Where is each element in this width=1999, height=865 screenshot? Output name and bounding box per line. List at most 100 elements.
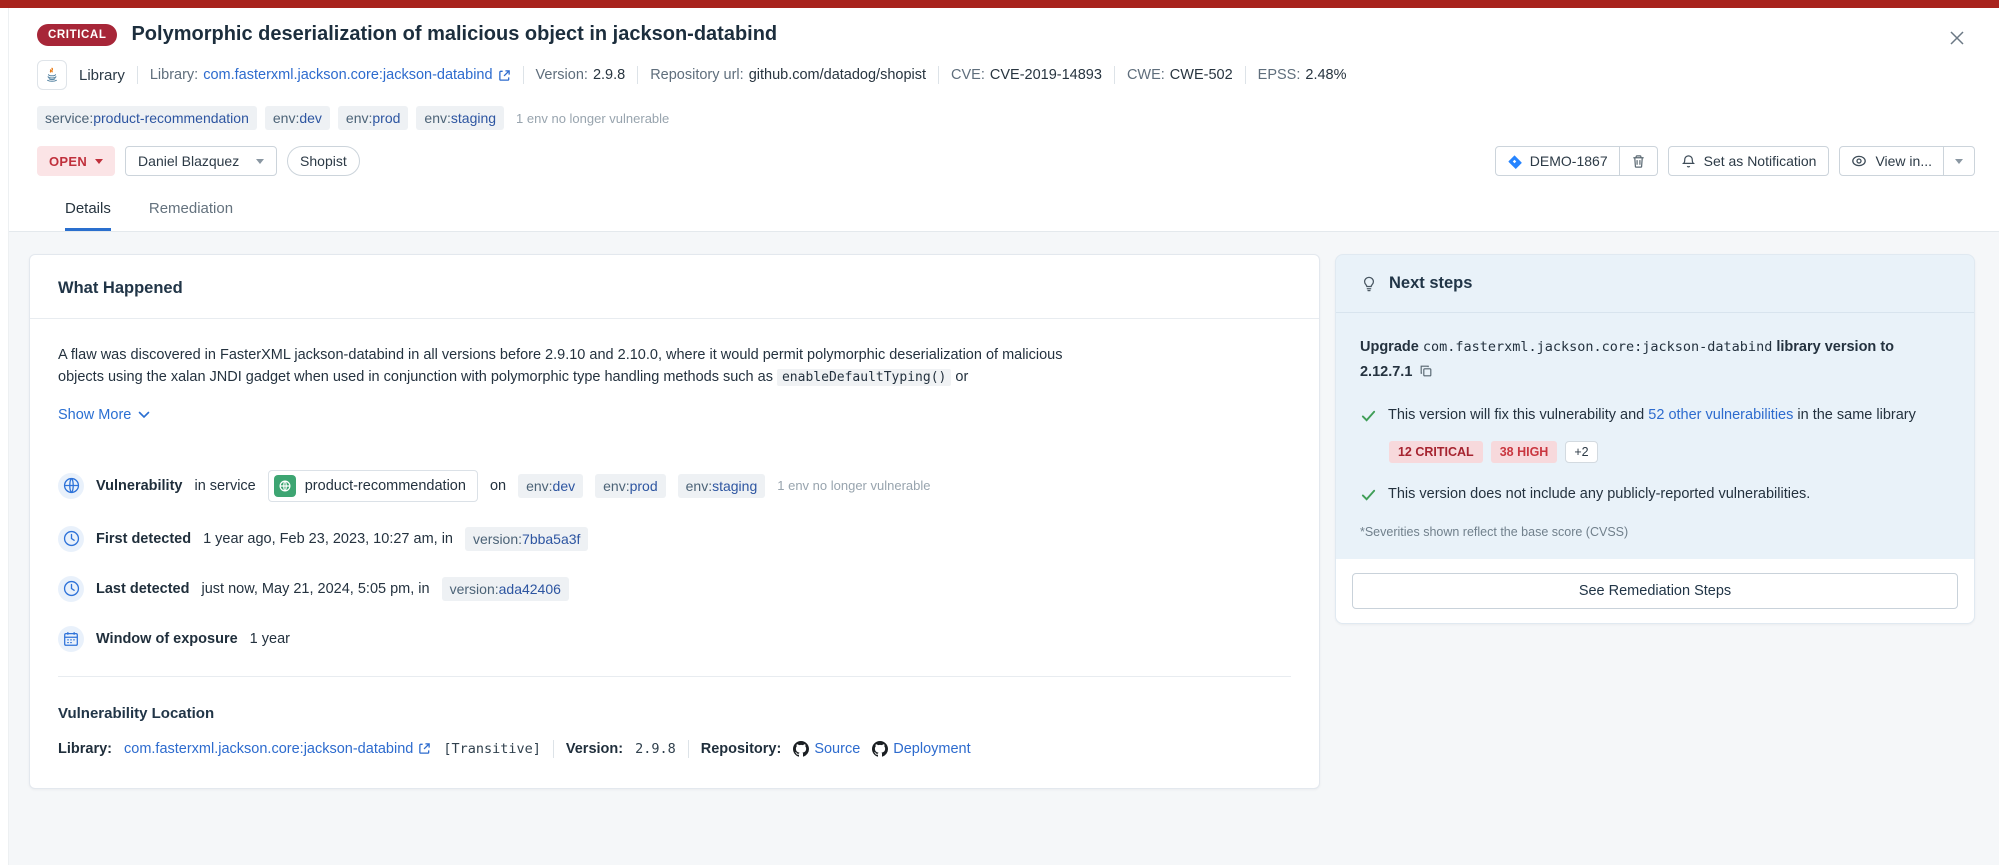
- globe-icon: [58, 472, 84, 499]
- severity-badges: 12 CRITICAL 38 HIGH +2: [1388, 440, 1950, 463]
- chevron-down-icon: [1955, 158, 1963, 164]
- tag-env-dev[interactable]: env:dev: [518, 473, 584, 498]
- vulnerability-location-row: Library: com.fasterxml.jackson.core:jack…: [58, 739, 971, 758]
- status-dropdown[interactable]: OPEN: [37, 146, 116, 176]
- next-steps-title: Next steps: [1388, 274, 1473, 292]
- tag-service[interactable]: service:product-recommendation: [37, 106, 257, 130]
- chevron-down-icon: [139, 411, 150, 418]
- severity-top-bar: [0, 0, 1999, 8]
- divider: [938, 66, 940, 84]
- see-remediation-steps-button[interactable]: See Remediation Steps: [1351, 573, 1958, 610]
- next-steps-header: Next steps: [1335, 255, 1974, 313]
- code-snippet: enableDefaultTyping(): [776, 368, 952, 386]
- first-detected-row: First detected 1 year ago, Feb 23, 2023,…: [58, 525, 1291, 552]
- tab-remediation[interactable]: Remediation: [149, 200, 233, 231]
- tag-env-prod[interactable]: env:prod: [595, 473, 666, 498]
- bell-icon: [1681, 154, 1695, 167]
- content-area: What Happened A flaw was discovered in F…: [9, 231, 1999, 865]
- jira-icon: [1508, 154, 1522, 169]
- vulnerability-side-panel: CRITICAL Polymorphic deserialization of …: [8, 8, 1999, 865]
- external-link-icon: [498, 69, 510, 81]
- calendar-icon: [58, 625, 84, 652]
- window-of-exposure-row: Window of exposure 1 year: [58, 625, 1291, 652]
- tag-version[interactable]: version:7bba5a3f: [465, 526, 589, 551]
- lightbulb-icon: [1363, 276, 1375, 291]
- jira-ticket-button[interactable]: DEMO-1867: [1494, 146, 1620, 176]
- upgrade-instruction: Upgrade com.fasterxml.jackson.core:jacks…: [1359, 339, 1895, 380]
- env-note: 1 env no longer vulnerable: [777, 478, 931, 493]
- divider: [1113, 66, 1115, 84]
- more-count-badge[interactable]: +2: [1565, 440, 1598, 463]
- delete-ticket-button[interactable]: [1619, 146, 1658, 176]
- panel-header: CRITICAL Polymorphic deserialization of …: [9, 8, 1999, 231]
- service-pill[interactable]: product-recommendation: [267, 469, 478, 502]
- check-icon: [1361, 489, 1376, 501]
- next-steps-body: Upgrade com.fasterxml.jackson.core:jacks…: [1336, 313, 1974, 559]
- what-happened-card: What Happened A flaw was discovered in F…: [29, 254, 1320, 789]
- divider: [522, 66, 524, 84]
- divider: [637, 66, 639, 84]
- github-icon: [872, 740, 889, 757]
- tag-env-dev[interactable]: env:dev: [264, 106, 330, 130]
- show-more-link[interactable]: Show More: [58, 407, 150, 423]
- library-code: com.fasterxml.jackson.core:jackson-datab…: [1422, 339, 1773, 355]
- service-globe-icon: [273, 474, 296, 497]
- meta-epss: EPSS: 2.48%: [1257, 67, 1347, 83]
- what-happened-body: A flaw was discovered in FasterXML jacks…: [30, 319, 1319, 788]
- eye-icon: [1852, 155, 1867, 167]
- right-actions: DEMO-1867 Set as Notification View in...: [1494, 146, 1975, 176]
- meta-repository-url: Repository url: github.com/datadog/shopi…: [650, 67, 927, 83]
- meta-cve: CVE: CVE-2019-14893: [951, 67, 1102, 83]
- library-link[interactable]: com.fasterxml.jackson.core:jackson-datab…: [124, 741, 431, 757]
- tags-row: service:product-recommendation env:dev e…: [37, 106, 1975, 130]
- divider: [1244, 66, 1246, 84]
- view-in-group: View in...: [1839, 146, 1975, 176]
- service-row: Vulnerability in service product-recomme…: [58, 469, 1291, 502]
- vulnerability-location-title: Vulnerability Location: [58, 704, 215, 722]
- github-icon: [793, 740, 810, 757]
- meta-cwe: CWE: CWE-502: [1126, 67, 1233, 83]
- severity-footnote: *Severities shown reflect the base score…: [1359, 525, 1629, 540]
- detection-type-label: Library: [79, 66, 125, 84]
- chevron-down-icon: [95, 158, 104, 164]
- next-steps-footer: See Remediation Steps: [1335, 559, 1974, 624]
- view-in-button[interactable]: View in...: [1839, 146, 1944, 176]
- source-link[interactable]: Source: [793, 740, 860, 757]
- fix-check-row: This version will fix this vulnerability…: [1360, 404, 1950, 426]
- library-link[interactable]: com.fasterxml.jackson.core:jackson-datab…: [203, 67, 510, 83]
- tab-details[interactable]: Details: [65, 200, 111, 231]
- divider: [58, 675, 1291, 677]
- next-steps-panel: Next steps Upgrade com.fasterxml.jackson…: [1334, 254, 1975, 625]
- meta-row: Library Library: com.fasterxml.jackson.c…: [37, 60, 1975, 90]
- tag-env-prod[interactable]: env:prod: [337, 106, 409, 130]
- tag-env-staging[interactable]: env:staging: [677, 473, 766, 498]
- view-in-dropdown-button[interactable]: [1944, 146, 1975, 176]
- clock-icon: [58, 525, 84, 552]
- actions-row: OPEN Daniel Blazquez Shopist DEMO-1867 S…: [37, 146, 1975, 176]
- deployment-link[interactable]: Deployment: [872, 740, 971, 757]
- jira-ticket-group: DEMO-1867: [1494, 146, 1658, 176]
- env-note: 1 env no longer vulnerable: [516, 110, 670, 126]
- clock-icon: [58, 575, 84, 602]
- tag-version[interactable]: version:ada42406: [441, 576, 569, 601]
- divider: [552, 739, 554, 758]
- info-rows: Vulnerability in service product-recomme…: [58, 469, 1291, 652]
- tabs: Details Remediation: [37, 176, 1975, 231]
- other-vulnerabilities-link[interactable]: 52 other vulnerabilities: [1648, 407, 1793, 423]
- divider: [687, 739, 689, 758]
- last-detected-row: Last detected just now, May 21, 2024, 5:…: [58, 575, 1291, 602]
- set-as-notification-button[interactable]: Set as Notification: [1667, 146, 1830, 176]
- page-title: Polymorphic deserialization of malicious…: [131, 23, 778, 45]
- team-chip[interactable]: Shopist: [287, 146, 360, 176]
- external-link-icon: [419, 743, 431, 754]
- copy-icon[interactable]: [1419, 364, 1433, 378]
- meta-library-label: Library:: [149, 67, 199, 83]
- transitive-label: [Transitive]: [443, 740, 541, 757]
- severity-badge: CRITICAL: [37, 23, 118, 46]
- tag-env-staging[interactable]: env:staging: [416, 106, 505, 130]
- assignee-dropdown[interactable]: Daniel Blazquez: [125, 146, 278, 176]
- trash-icon: [1632, 154, 1644, 168]
- java-icon: [37, 60, 67, 90]
- close-icon[interactable]: [1947, 28, 1967, 48]
- critical-count-badge: 12 CRITICAL: [1388, 440, 1483, 463]
